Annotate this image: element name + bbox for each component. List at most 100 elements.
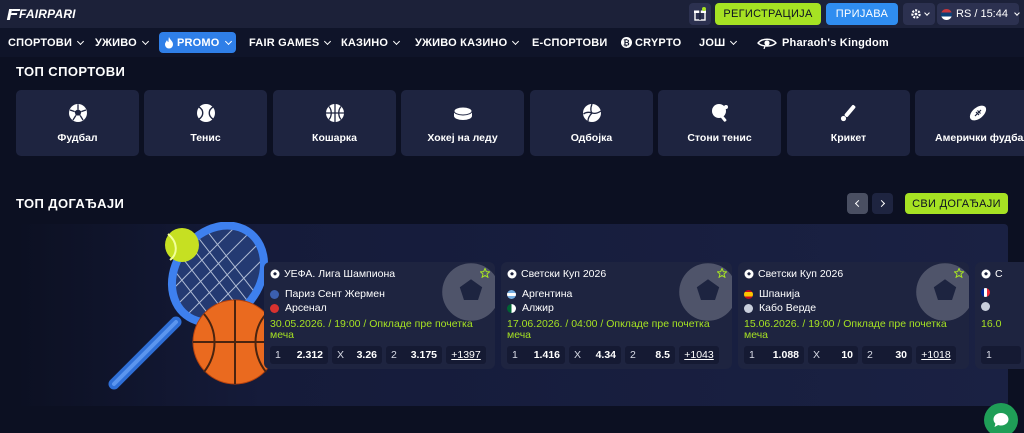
sport-card-label: Амерички фудбал [935,132,1024,144]
odd-button[interactable]: 1 [981,346,1021,364]
pharaoh-eye-icon [757,38,777,49]
nav-label: FAIR GAMES [249,36,320,49]
nav-item-pharaohs-kingdom[interactable]: Pharaoh's Kingdom [757,32,889,53]
favorite-star-icon[interactable] [717,268,727,278]
odd-value: 8.5 [655,349,670,361]
american-football-icon [969,105,986,121]
chevron-down-icon [730,37,738,45]
odd-button[interactable]: X 3.26 [332,346,382,364]
odd-key: 1 [986,349,992,361]
login-button[interactable]: ПРИЈАВА [826,3,898,25]
prev-arrow-button[interactable] [847,193,868,214]
league-name: Светски Куп 2026 [521,268,607,280]
odd-button[interactable]: 2 8.5 [625,346,675,364]
hockey-puck-icon [453,106,472,120]
sport-card-label: Хокеј на леду [427,132,498,144]
nav-label: Е-СПОРТОВИ [532,36,608,49]
live-chat-button[interactable] [984,403,1018,433]
chevron-down-icon [141,37,149,45]
favorite-star-icon[interactable] [480,268,490,278]
soccer-ball-icon [270,269,280,279]
league-name: Светски Куп 2026 [758,268,844,280]
nav-item-live[interactable]: УЖИВО [95,32,149,53]
sport-card-volleyball[interactable]: Одбојка [530,90,653,156]
odd-key: X [574,349,582,361]
event-date: 15.06.2026. / 19:00 / Опкладе пре почетк… [744,318,947,341]
chevron-down-icon [1014,9,1020,16]
nav-item-promo[interactable]: PROMO [159,32,236,53]
odd-value: 1.088 [772,349,799,361]
sport-card-table-tennis[interactable]: Стони тенис [658,90,781,156]
odd-button[interactable]: 1 1.416 [507,346,565,364]
odd-value: 3.26 [356,349,377,361]
odd-value: 1.416 [533,349,560,361]
sport-card-football[interactable]: Фудбал [16,90,139,156]
nav-label: CRYPTO [635,36,682,49]
event-card[interactable]: Светски Куп 2026 Шпанија Кабо Верде 15.0… [738,262,969,369]
event-league: С [981,268,1003,280]
gift-button[interactable] [689,3,711,25]
more-markets-link[interactable]: +1043 [679,346,719,364]
logo-text: FAIRPARI [19,7,76,21]
chevron-right-icon [877,199,886,208]
sport-card-cricket[interactable]: Крикет [787,90,910,156]
register-button[interactable]: РЕГИСТРАЦИЈА [715,3,821,25]
nav-item-sports[interactable]: СПОРТОВИ [8,32,85,53]
event-league: Светски Куп 2026 [744,268,843,280]
nav-item-live-casino[interactable]: УЖИВО КАЗИНО [415,32,520,53]
sport-card-label: Крикет [830,132,867,144]
more-markets-link[interactable]: +1397 [446,346,486,364]
chat-bubble-icon [993,413,1009,427]
team-away: Алжир [507,302,554,314]
more-markets-link[interactable]: +1018 [916,346,956,364]
odd-value: 4.34 [595,349,616,361]
odd-key: 1 [749,349,755,361]
logo-mark-icon [6,8,19,20]
odd-button[interactable]: 1 1.088 [744,346,804,364]
odd-key: 1 [512,349,518,361]
odd-button[interactable]: X 4.34 [569,346,621,364]
team-away: Арсенал [270,302,327,314]
odd-button[interactable]: X 10 [808,346,858,364]
locale-selector[interactable]: RS / 15:44 [937,3,1020,25]
chevron-left-icon [854,199,863,208]
sport-card-basketball[interactable]: Кошарка [273,90,396,156]
fairpari-logo[interactable]: FAIRPARI [6,6,76,22]
nav-label: ЈОШ [699,36,726,49]
chevron-down-icon [224,37,232,45]
table-tennis-icon [711,104,728,122]
odd-button[interactable]: 2 3.175 [386,346,442,364]
sport-card-tennis[interactable]: Тенис [144,90,267,156]
odd-button[interactable]: 2 30 [862,346,912,364]
nav-item-esports[interactable]: Е-СПОРТОВИ [532,32,607,53]
event-date: 16.0 [981,318,1002,330]
settings-button[interactable] [903,3,935,25]
nav-item-more[interactable]: ЈОШ [699,32,738,53]
next-arrow-button[interactable] [872,193,893,214]
favorite-star-icon[interactable] [954,268,964,278]
all-events-button[interactable]: СВИ ДОГАЂАЈИ [905,193,1008,214]
event-card[interactable]: Светски Куп 2026 Аргентина Алжир 17.06.2… [501,262,732,369]
nav-item-casino[interactable]: КАЗИНО [341,32,401,53]
top-bar: FAIRPARI РЕГИСТРАЦИЈА ПРИЈАВА RS / 15:44 [0,0,1024,28]
odd-button[interactable]: 1 2.312 [270,346,328,364]
league-name: УЕФА. Лига Шампиона [284,268,396,280]
gear-icon [910,9,921,19]
main-nav: СПОРТОВИ УЖИВО PROMO FAIR GAMES КАЗИНО У… [0,28,1024,57]
nav-item-fair-games[interactable]: FAIR GAMES [249,32,332,53]
volleyball-icon [582,103,601,122]
soccer-ball-icon [507,269,517,279]
nav-item-crypto[interactable]: ₿ CRYPTO [621,32,681,53]
sport-card-american-football[interactable]: Амерички фудбал [915,90,1024,156]
event-card[interactable]: С 16.0 1 [975,262,1024,369]
odds-row: 1 1.088 X 10 2 30 +1018 [744,346,956,364]
top-sports-title: ТОП СПОРТОВИ [16,64,126,79]
nav-label: УЖИВО КАЗИНО [415,36,508,49]
sport-card-ice-hockey[interactable]: Хокеј на леду [401,90,524,156]
soccer-ball-icon [744,269,754,279]
locale-time-label: RS / 15:44 [956,8,1008,20]
event-card[interactable]: УЕФА. Лига Шампиона Париз Сент Жермен Ар… [264,262,495,369]
serbia-flag-icon [941,8,952,20]
odd-key: 2 [391,349,397,361]
sport-card-label: Одбојка [570,132,613,144]
